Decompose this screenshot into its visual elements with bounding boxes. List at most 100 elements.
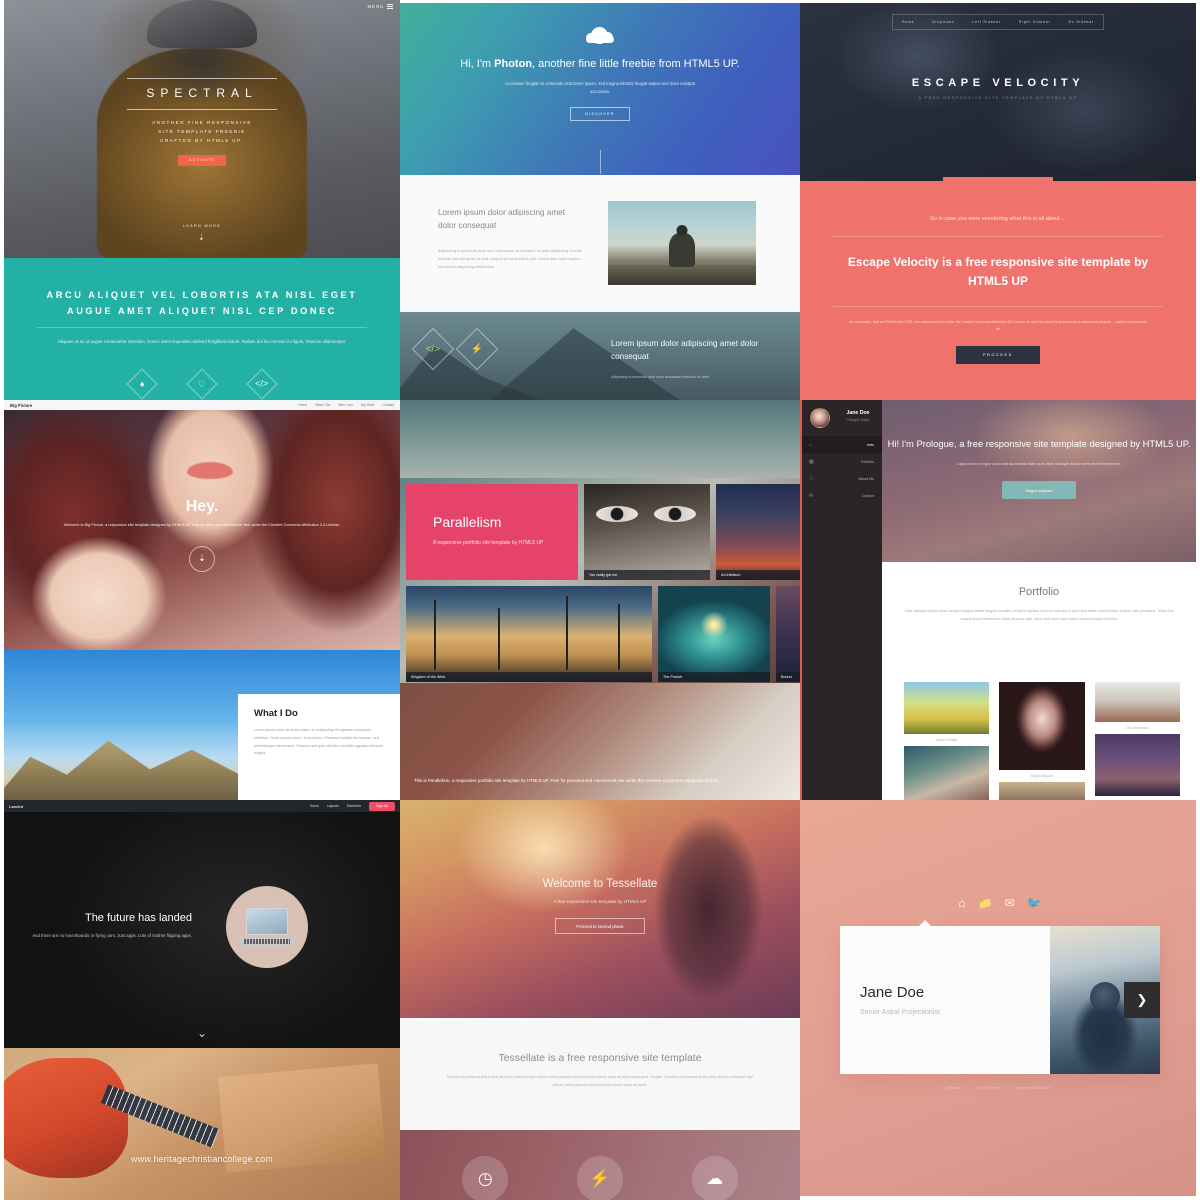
bolt-icon[interactable]: ⚡ [455, 327, 499, 371]
nav-item-my-work[interactable]: My Work [361, 403, 374, 407]
thumbnail-big-picture[interactable]: Big Picture Home What I Do Who I Am My W… [0, 400, 400, 800]
heading-brand: Photon [494, 58, 533, 70]
sidebar-item-portfolio[interactable]: ▦ Portfolio [802, 453, 882, 470]
nav-item-right-sidebar[interactable]: Right Sidebar [1017, 20, 1053, 24]
site-logo[interactable]: Landed [9, 804, 23, 809]
identity-footer[interactable]: Elements Get Template Design by HTML5 UP [800, 1086, 1196, 1090]
footer-link-elements[interactable]: Elements [946, 1086, 961, 1090]
sky-photo [400, 400, 800, 478]
hero-tile[interactable]: Parallelism A responsive portfolio site … [406, 484, 578, 580]
sidebar-item-label: About Me [858, 476, 874, 481]
gallery-tile[interactable]: Ad Infinitum [716, 484, 800, 580]
portfolio-thumb[interactable] [999, 782, 1085, 800]
section-photo [608, 201, 756, 285]
identity-nav[interactable]: ⌂ 📁 ✉ 🐦 [958, 896, 1041, 910]
proceed-button[interactable]: Proceed to second phase [555, 918, 645, 934]
sidebar-item-label: Portfolio [860, 459, 874, 464]
headline: Escape Velocity is a free responsive sit… [833, 236, 1163, 308]
menu-button[interactable]: MENU [367, 4, 393, 9]
main-nav[interactable]: Home Layouts Elements Sign Up [310, 801, 395, 811]
cloud-icon[interactable]: ☁ [691, 1156, 738, 1200]
card-body: Lorem ipsum dolor sit amet nullam eu adi… [254, 728, 384, 756]
photon-footer-section: </> ⚡ Lorem ipsum dolor adipiscing amet … [400, 312, 800, 400]
thumb-caption: Ipsum Feugiat [936, 738, 958, 742]
main-nav[interactable]: Home What I Do Who I Am My Work Contact [298, 403, 394, 407]
nav-item-left-sidebar[interactable]: Left Sidebar [970, 20, 1003, 24]
tile-caption: Kingdom of the Wind [406, 672, 652, 682]
nav-item-contact[interactable]: Contact [382, 403, 394, 407]
gallery-tile[interactable]: Bound [776, 586, 800, 682]
nav-item-home[interactable]: Home [900, 20, 916, 24]
thumbnail-tessellate[interactable]: Welcome to Tessellate A free responsive … [400, 800, 800, 1200]
page-title: ESCAPE VELOCITY [911, 77, 1085, 89]
gallery-tile[interactable]: You really got me [584, 484, 710, 580]
thumbnail-spectral[interactable]: MENU SPECTRAL ANOTHER FINE RESPONSIVE SI… [0, 0, 400, 400]
footer-link-get-template[interactable]: Get Template [977, 1086, 998, 1090]
thumbnail-landed[interactable]: Landed Home Layouts Elements Sign Up The… [0, 800, 400, 1200]
heading-pre: Hi, I'm [460, 58, 495, 70]
avatar [810, 408, 830, 428]
sidebar-nav[interactable]: ⌂ Intro ▦ Portfolio ☃ About Me ✉ Contact [802, 436, 882, 504]
sidebar-item-contact[interactable]: ✉ Contact [802, 487, 882, 504]
bolt-icon[interactable]: ⚡ [576, 1156, 623, 1200]
envelope-icon[interactable]: ✉ [1005, 896, 1015, 910]
learn-more-link[interactable]: LEARN MORE ⇣ [4, 214, 400, 242]
sidebar-item-about-me[interactable]: ☃ About Me [802, 470, 882, 487]
nav-item-home[interactable]: Home [298, 403, 307, 407]
home-icon: ⌂ [809, 441, 813, 448]
hero-heading: Hi, I'm Photon, another fine little free… [400, 56, 800, 73]
sidebar: Jane Doe Prologue Stylist ⌂ Intro ▦ Port… [800, 400, 882, 800]
thumbnail-photon[interactable]: Hi, I'm Photon, another fine little free… [400, 0, 800, 400]
prologue-hero: Hi! I'm Prologue, a free responsive site… [882, 400, 1196, 562]
nav-item-dropdown[interactable]: Dropdown [930, 20, 956, 24]
footer-link-design-credit[interactable]: Design by HTML5 UP [1015, 1086, 1050, 1090]
portfolio-thumb[interactable] [1094, 682, 1180, 722]
hero-body: Ligula tortor congue justo sed accumsan … [956, 460, 1122, 466]
twitter-icon[interactable]: 🐦 [1027, 896, 1042, 910]
portfolio-thumb[interactable] [1094, 734, 1180, 796]
home-icon[interactable]: ⌂ [958, 896, 965, 910]
diamond-icon[interactable]: ♦ [126, 368, 158, 400]
main-nav[interactable]: Home Dropdown Left Sidebar Right Sidebar… [892, 14, 1104, 30]
portfolio-thumb[interactable] [999, 682, 1085, 770]
sign-up-button[interactable]: Sign Up [368, 801, 395, 811]
code-icon[interactable]: </> [246, 368, 278, 400]
thumbnail-identity[interactable]: ⌂ 📁 ✉ 🐦 Jane Doe Senior Astral Projectio… [800, 800, 1200, 1200]
menu-label: MENU [367, 4, 384, 9]
nav-item-layouts[interactable]: Layouts [327, 804, 339, 808]
site-logo[interactable]: Big Picture [10, 403, 32, 408]
heart-icon[interactable]: ♡ [186, 368, 218, 400]
nav-item-what-i-do[interactable]: What I Do [315, 403, 330, 407]
proceed-button[interactable]: PROCEED [956, 345, 1040, 364]
section-title: Tessellate is a free responsive site tem… [498, 1052, 702, 1064]
portfolio-thumb[interactable] [904, 746, 990, 800]
gallery-tile[interactable]: Kingdom of the Wind [406, 586, 652, 682]
section-heading: Lorem ipsum dolor adipiscing amet dolor … [438, 208, 565, 230]
discover-button[interactable]: DISCOVER [570, 107, 630, 122]
chevron-right-icon[interactable]: ❯ [1124, 982, 1160, 1018]
tessellate-hero: Welcome to Tessellate A free responsive … [400, 800, 800, 1018]
clock-icon[interactable]: ◷ [462, 1156, 509, 1200]
chevron-down-icon[interactable]: ⌄ [4, 1026, 400, 1040]
thumbnail-escape-velocity[interactable]: Home Dropdown Left Sidebar Right Sidebar… [800, 0, 1200, 400]
profile-name: Jane Doe [860, 984, 925, 1001]
thumbnail-parallelism[interactable]: Parallelism A responsive portfolio site … [400, 400, 800, 800]
cloud-icon [586, 27, 614, 44]
portfolio-thumb[interactable] [904, 682, 990, 734]
gallery-tile[interactable]: The Pursuit [658, 586, 770, 682]
thumbnail-prologue[interactable]: Jane Doe Prologue Stylist ⌂ Intro ▦ Port… [800, 400, 1200, 800]
down-arrow-icon: ⇣ [197, 233, 206, 242]
code-icon[interactable]: </> [411, 327, 455, 371]
nav-item-elements[interactable]: Elements [347, 804, 361, 808]
sidebar-item-intro[interactable]: ⌂ Intro [802, 436, 882, 453]
subtitle-line-1: ANOTHER FINE RESPONSIVE [152, 120, 252, 125]
folder-icon[interactable]: 📁 [978, 896, 993, 910]
activate-button[interactable]: ACTIVATE [178, 154, 226, 166]
down-arrow-icon[interactable]: ⇣ [189, 545, 215, 572]
hero-cta-button[interactable]: Magna aliquam [1002, 481, 1076, 500]
learn-more-label: LEARN MORE [182, 224, 222, 228]
nav-item-who-i-am[interactable]: Who I Am [338, 403, 353, 407]
nav-item-home[interactable]: Home [310, 804, 319, 808]
spectral-hero: MENU SPECTRAL ANOTHER FINE RESPONSIVE SI… [4, 0, 400, 260]
nav-item-no-sidebar[interactable]: No Sidebar [1067, 20, 1097, 24]
